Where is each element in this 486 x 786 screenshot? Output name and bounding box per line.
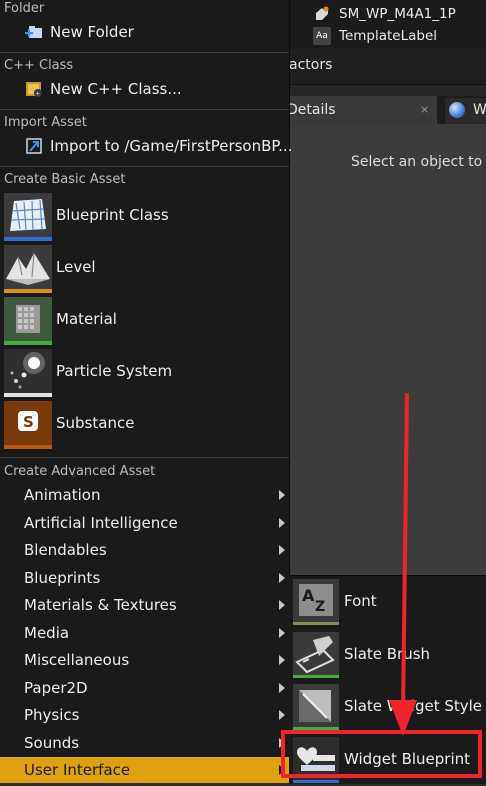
annotation-arrow [389,392,417,736]
